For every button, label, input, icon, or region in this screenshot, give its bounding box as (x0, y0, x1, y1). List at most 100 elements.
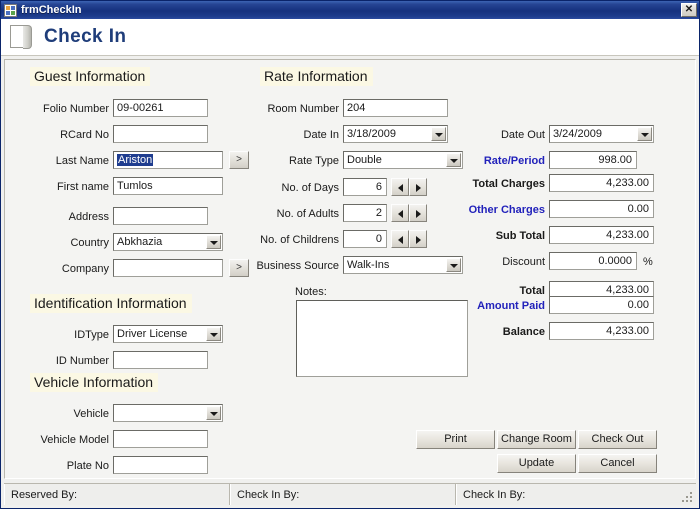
total-label: Total (465, 285, 545, 298)
no-of-days-input[interactable]: 6 (343, 178, 387, 196)
chevron-down-icon[interactable] (206, 235, 221, 249)
cancel-button[interactable]: Cancel (578, 454, 657, 473)
first-name-input[interactable]: Tumlos (113, 177, 223, 195)
last-name-selected-text: Ariston (117, 154, 153, 166)
discount-input[interactable]: 0.0000 (549, 252, 637, 270)
plate-no-input[interactable] (113, 456, 208, 474)
total-charges-value: 4,233.00 (549, 174, 654, 192)
id-number-label: ID Number (33, 355, 109, 368)
section-title-vehicle-information: Vehicle Information (30, 373, 158, 392)
other-charges-label[interactable]: Other Charges (453, 204, 545, 217)
rcard-no-input[interactable] (113, 125, 208, 143)
rate-type-label: Rate Type (253, 155, 339, 168)
vehicle-model-label: Vehicle Model (23, 434, 109, 447)
no-of-childrens-label: No. of Childrens (243, 234, 339, 247)
idtype-label: IDType (33, 329, 109, 342)
date-out-value: 3/24/2009 (553, 128, 602, 140)
window-title: frmCheckIn (21, 4, 82, 16)
no-of-childrens-increment-button[interactable] (409, 230, 427, 248)
first-name-label: First name (33, 181, 109, 194)
idtype-select[interactable]: Driver License (113, 325, 223, 343)
discount-label: Discount (465, 256, 545, 269)
address-label: Address (33, 211, 109, 224)
date-in-label: Date In (253, 129, 339, 142)
id-number-input[interactable] (113, 351, 208, 369)
vehicle-select[interactable] (113, 404, 223, 422)
amount-paid-value: 0.00 (549, 296, 654, 314)
rate-type-selected-value: Double (347, 154, 382, 166)
no-of-childrens-input[interactable]: 0 (343, 230, 387, 248)
chevron-down-icon[interactable] (637, 127, 652, 141)
status-reserved-by: Reserved By: (4, 484, 230, 505)
country-selected-value: Abkhazia (117, 236, 162, 248)
chevron-down-icon[interactable] (446, 258, 461, 272)
sub-total-value: 4,233.00 (549, 226, 654, 244)
no-of-adults-increment-button[interactable] (409, 204, 427, 222)
room-number-input[interactable]: 204 (343, 99, 448, 117)
section-title-rate-information: Rate Information (260, 67, 373, 86)
chevron-down-icon[interactable] (206, 327, 221, 341)
vehicle-model-input[interactable] (113, 430, 208, 448)
other-charges-value: 0.00 (549, 200, 654, 218)
notes-textarea[interactable] (296, 300, 468, 377)
plate-no-label: Plate No (33, 460, 109, 473)
window-titlebar[interactable]: frmCheckIn ✕ (1, 1, 699, 19)
status-bar: Reserved By: Check In By: Check In By: (4, 483, 696, 505)
update-button[interactable]: Update (497, 454, 576, 473)
business-source-selected-value: Walk-Ins (347, 259, 389, 271)
resize-grip-icon[interactable] (682, 492, 693, 503)
last-name-input[interactable]: Ariston (113, 151, 223, 169)
date-out-label: Date Out (465, 129, 545, 142)
company-label: Company (33, 263, 109, 276)
change-room-button[interactable]: Change Room (497, 430, 576, 449)
rate-period-label[interactable]: Rate/Period (465, 155, 545, 168)
vehicle-label: Vehicle (33, 408, 109, 421)
date-out-picker[interactable]: 3/24/2009 (549, 125, 654, 143)
chevron-down-icon[interactable] (431, 127, 446, 141)
status-check-in-by-2-label: Check In By: (463, 489, 525, 501)
country-label: Country (33, 237, 109, 250)
date-in-value: 3/18/2009 (347, 128, 396, 140)
discount-unit-label: % (643, 256, 653, 268)
section-title-guest-information: Guest Information (30, 67, 150, 86)
idtype-selected-value: Driver License (117, 328, 187, 340)
no-of-adults-decrement-button[interactable] (391, 204, 409, 222)
rate-type-select[interactable]: Double (343, 151, 463, 169)
date-in-picker[interactable]: 3/18/2009 (343, 125, 448, 143)
notes-label: Notes: (295, 286, 335, 299)
print-button[interactable]: Print (416, 430, 495, 449)
no-of-adults-input[interactable]: 2 (343, 204, 387, 222)
rate-period-value: 998.00 (549, 151, 637, 169)
folio-number-input[interactable]: 09-00261 (113, 99, 208, 117)
address-input[interactable] (113, 207, 208, 225)
last-name-browse-button[interactable]: > (229, 151, 249, 169)
sub-total-label: Sub Total (465, 230, 545, 243)
application-icon (4, 4, 17, 17)
rcard-no-label: RCard No (33, 129, 109, 142)
check-out-button[interactable]: Check Out (578, 430, 657, 449)
document-icon (10, 25, 33, 50)
no-of-days-label: No. of Days (253, 182, 339, 195)
room-number-label: Room Number (253, 103, 339, 116)
folio-number-label: Folio Number (33, 103, 109, 116)
country-select[interactable]: Abkhazia (113, 233, 223, 251)
chevron-down-icon[interactable] (446, 153, 461, 167)
business-source-select[interactable]: Walk-Ins (343, 256, 463, 274)
close-icon[interactable]: ✕ (681, 3, 697, 17)
chevron-down-icon[interactable] (206, 406, 221, 420)
business-source-label: Business Source (233, 260, 339, 273)
total-charges-label: Total Charges (453, 178, 545, 191)
balance-value: 4,233.00 (549, 322, 654, 340)
check-in-window: frmCheckIn ✕ Check In Guest Information … (0, 0, 700, 509)
page-title: Check In (44, 26, 126, 48)
no-of-days-decrement-button[interactable] (391, 178, 409, 196)
amount-paid-label[interactable]: Amount Paid (453, 300, 545, 313)
no-of-days-increment-button[interactable] (409, 178, 427, 196)
no-of-childrens-decrement-button[interactable] (391, 230, 409, 248)
no-of-adults-label: No. of Adults (253, 208, 339, 221)
status-check-in-by: Check In By: (230, 484, 456, 505)
company-input[interactable] (113, 259, 223, 277)
status-check-in-by-2: Check In By: (456, 484, 696, 505)
page-header-banner: Check In (1, 19, 699, 56)
last-name-label: Last Name (33, 155, 109, 168)
